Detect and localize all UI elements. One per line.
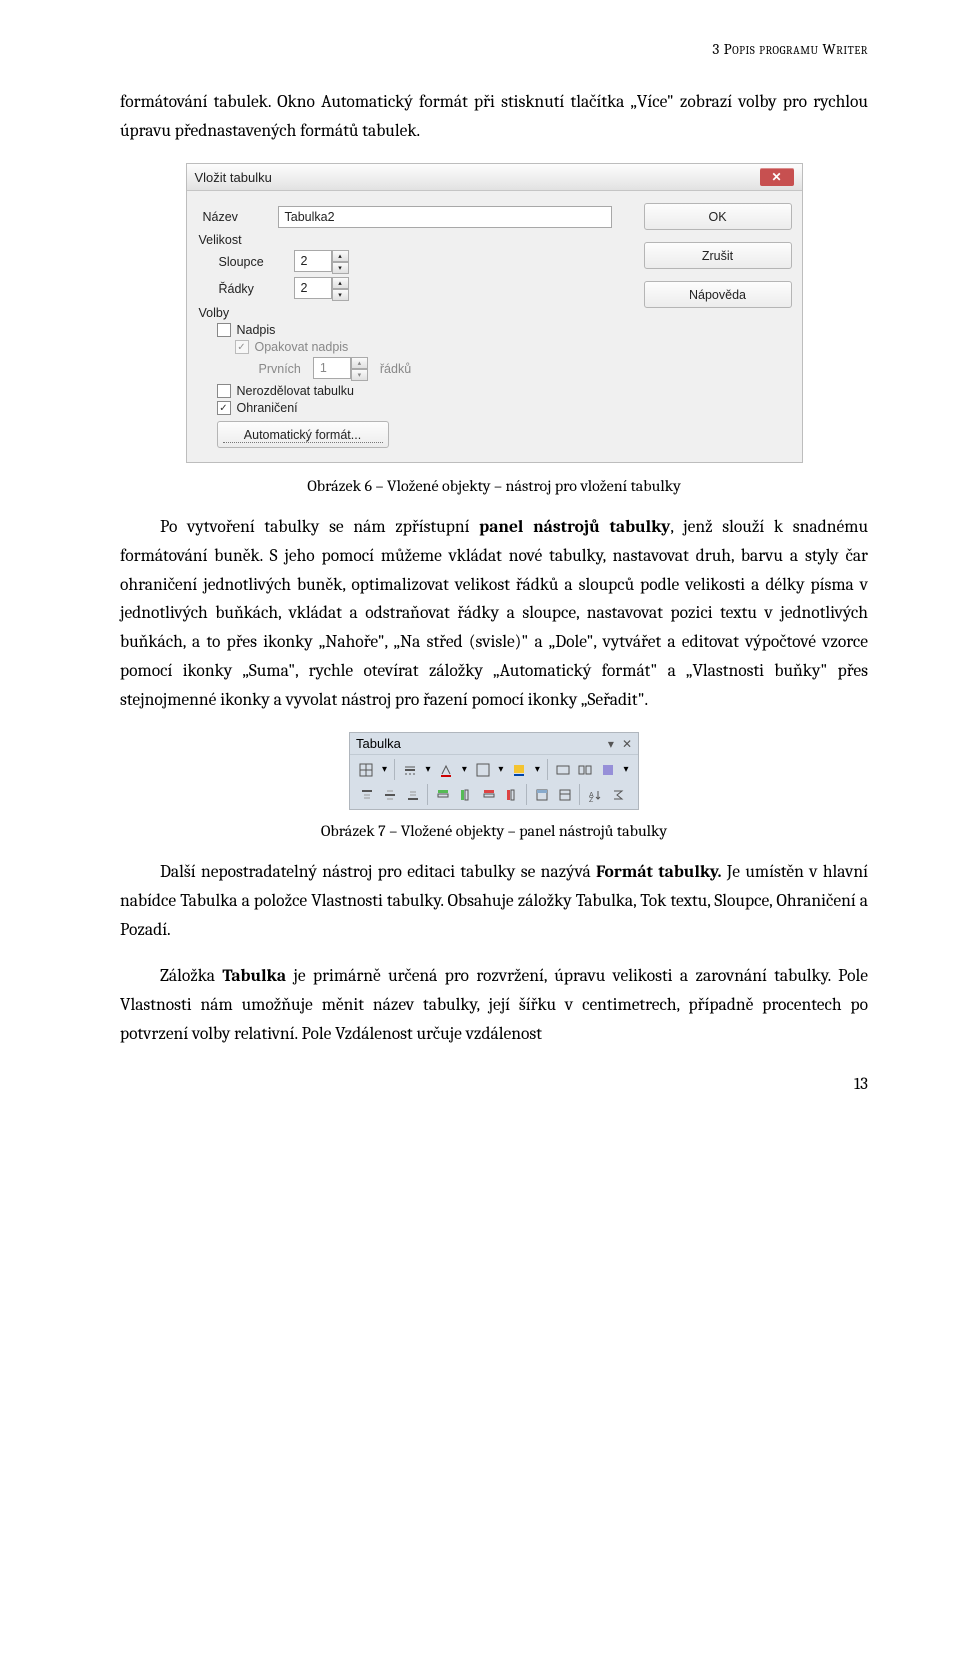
dialog-title: Vložit tabulku <box>195 170 760 185</box>
dropdown-icon[interactable]: ▾ <box>379 759 391 780</box>
chevron-up-icon: ▴ <box>332 250 349 262</box>
name-input[interactable]: Tabulka2 <box>278 206 612 228</box>
page-number: 13 <box>120 1075 868 1094</box>
sort-icon[interactable]: AZ <box>584 784 605 805</box>
dropdown-icon[interactable]: ▾ <box>495 759 507 780</box>
dropdown-icon[interactable]: ▾ <box>620 759 632 780</box>
checkbox-no-split[interactable]: Nerozdělovat tabulku <box>199 384 626 398</box>
figure-caption-7: Obrázek 7 – Vložené objekty – panel nást… <box>120 822 868 840</box>
dialog-title-bar: Vložit tabulku ✕ <box>187 164 802 191</box>
cols-label: Sloupce <box>199 255 294 269</box>
ok-button[interactable]: OK <box>644 203 792 230</box>
paragraph-3: Další nepostradatelný nástroj pro editac… <box>120 858 868 945</box>
chevron-down-icon: ▾ <box>332 289 349 301</box>
split-cells-icon[interactable] <box>575 759 596 780</box>
align-bottom-icon[interactable] <box>402 784 423 805</box>
cancel-button[interactable]: Zrušit <box>644 242 792 269</box>
table-toolbar: Tabulka ▾ ✕ ▾ ▾ ▾ ▾ ▾ ▾ <box>349 732 639 810</box>
name-label: Název <box>199 210 278 224</box>
options-section-label: Volby <box>199 306 626 320</box>
dropdown-icon[interactable]: ▾ <box>422 759 434 780</box>
insert-row-icon[interactable] <box>432 784 453 805</box>
merge-cells-icon[interactable] <box>552 759 573 780</box>
help-button[interactable]: Nápověda <box>644 281 792 308</box>
close-icon[interactable]: ✕ <box>760 168 794 186</box>
size-section-label: Velikost <box>199 233 626 247</box>
chevron-up-icon: ▴ <box>332 277 349 289</box>
dropdown-icon[interactable]: ▾ <box>459 759 471 780</box>
autoformat-icon[interactable] <box>531 784 552 805</box>
chevron-down-icon: ▾ <box>332 262 349 274</box>
checkbox-heading[interactable]: Nadpis <box>199 323 626 337</box>
delete-row-icon[interactable] <box>478 784 499 805</box>
checkbox-repeat-heading: ✓Opakovat nadpis <box>199 340 626 354</box>
checkbox-border[interactable]: ✓Ohraničení <box>199 401 626 415</box>
paragraph-1: formátování tabulek. Okno Automatický fo… <box>120 88 868 146</box>
svg-text:Z: Z <box>589 797 594 802</box>
properties-icon[interactable] <box>554 784 575 805</box>
insert-column-icon[interactable] <box>455 784 476 805</box>
toolbar-close-icon[interactable]: ✕ <box>622 737 632 751</box>
chapter-header: 3 Popis programu Writer <box>120 40 868 58</box>
paragraph-2: Po vytvoření tabulky se nám zpřístupní p… <box>120 513 868 715</box>
rows-spinner[interactable]: 2 ▴▾ <box>294 277 349 301</box>
toolbar-dropdown-icon[interactable]: ▾ <box>608 737 614 751</box>
line-style-icon[interactable] <box>399 759 420 780</box>
autoformat-button[interactable]: Automatický formát... <box>217 421 389 448</box>
cols-spinner[interactable]: 2 ▴▾ <box>294 250 349 274</box>
paragraph-4: Záložka Tabulka je primárně určená pro r… <box>120 962 868 1049</box>
first-rows-setting: Prvních 1 ▴▾ řádků <box>199 357 626 381</box>
insert-table-dialog: Vložit tabulku ✕ Název Tabulka2 Velikost… <box>186 163 803 463</box>
table-icon[interactable] <box>356 759 377 780</box>
rows-label: Řádky <box>199 282 294 296</box>
sum-icon[interactable] <box>607 784 628 805</box>
optimize-icon[interactable] <box>598 759 619 780</box>
toolbar-title: Tabulka <box>356 736 401 751</box>
line-color-icon[interactable] <box>436 759 457 780</box>
background-color-icon[interactable] <box>509 759 530 780</box>
dropdown-icon[interactable]: ▾ <box>531 759 543 780</box>
delete-column-icon[interactable] <box>501 784 522 805</box>
align-middle-icon[interactable] <box>379 784 400 805</box>
figure-caption-6: Obrázek 6 – Vložené objekty – nástroj pr… <box>120 477 868 495</box>
align-top-icon[interactable] <box>356 784 377 805</box>
borders-icon[interactable] <box>472 759 493 780</box>
